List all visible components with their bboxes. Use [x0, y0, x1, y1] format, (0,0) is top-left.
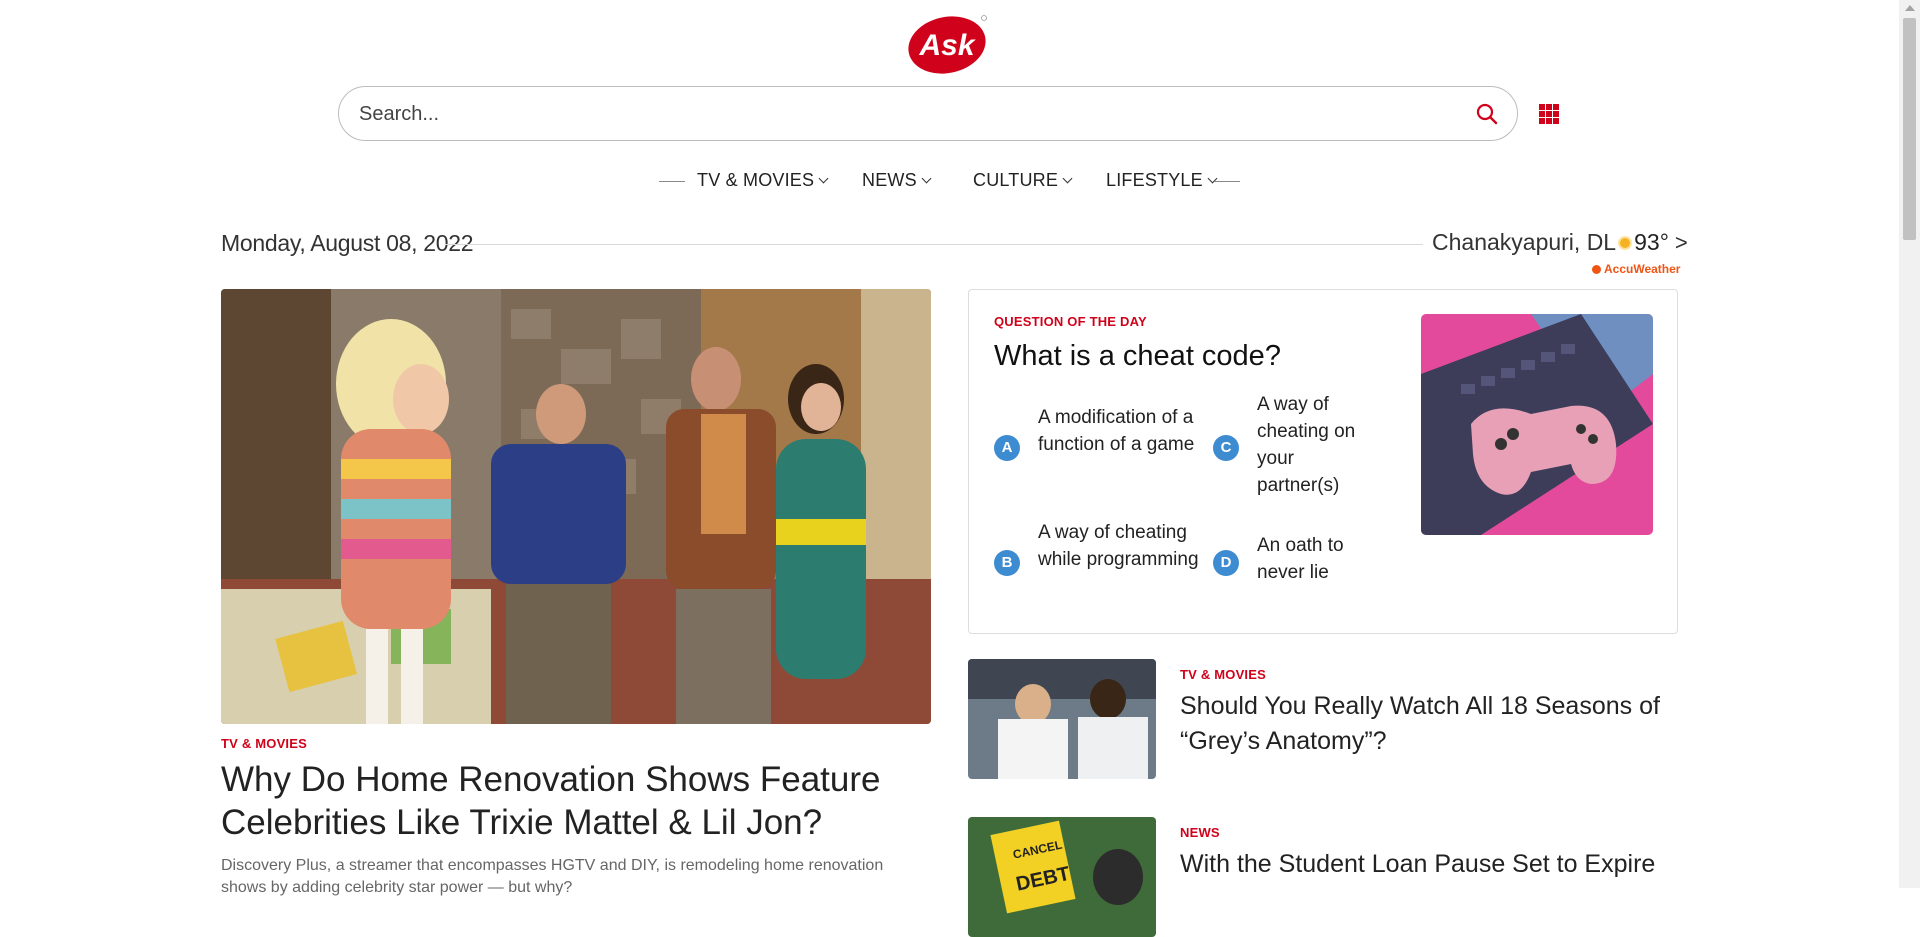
article-category[interactable]: TV & MOVIES — [1180, 667, 1266, 682]
answer-badge: D — [1213, 550, 1239, 576]
scrollbar[interactable] — [1899, 0, 1920, 888]
weather-temp: 93° — [1634, 229, 1669, 255]
answer-a[interactable]: A A modification of a function of a game — [994, 404, 1194, 494]
nav-divider — [659, 181, 685, 182]
chevron-down-icon — [818, 173, 829, 184]
accuweather-logo[interactable]: AccuWeather — [1592, 262, 1680, 276]
search-input[interactable] — [357, 87, 1441, 142]
article-card[interactable]: CANCEL DEBT NEWS With the Student Loan P… — [968, 817, 1678, 937]
current-date: Monday, August 08, 2022 — [221, 230, 474, 256]
chevron-down-icon — [921, 173, 932, 184]
nav-item-news[interactable]: NEWS — [862, 170, 932, 191]
answer-badge: B — [994, 550, 1020, 576]
accuweather-icon — [1592, 265, 1601, 274]
answer-text: A way of cheating while programming — [1038, 522, 1199, 570]
article-thumbnail: CANCEL DEBT — [968, 817, 1156, 937]
qotd-label: QUESTION OF THE DAY — [994, 314, 1147, 329]
hero-title[interactable]: Why Do Home Renovation Shows Feature Cel… — [221, 758, 921, 844]
answer-text: A way of cheating on your partner(s) — [1257, 394, 1356, 496]
qotd-question: What is a cheat code? — [994, 340, 1281, 372]
chevron-down-icon — [1062, 173, 1073, 184]
scroll-up-arrow-icon[interactable] — [1905, 5, 1915, 11]
article-title[interactable]: With the Student Loan Pause Set to Expir… — [1180, 847, 1670, 882]
sun-icon — [1620, 238, 1631, 248]
nav-item-tv-movies[interactable]: TV & MOVIES — [697, 170, 829, 191]
logo-text: Ask — [918, 29, 975, 62]
hero-description: Discovery Plus, a streamer that encompas… — [221, 857, 884, 896]
weather-widget[interactable]: Chanakyapuri, DL 93° > — [1432, 229, 1688, 256]
article-title[interactable]: Should You Really Watch All 18 Seasons o… — [1180, 689, 1670, 759]
answer-c[interactable]: C A way of cheating on your partner(s) — [1213, 391, 1393, 501]
article-card[interactable]: TV & MOVIES Should You Really Watch All … — [968, 659, 1678, 779]
apps-grid-icon[interactable] — [1539, 104, 1559, 124]
article-thumbnail — [968, 659, 1156, 779]
search-icon[interactable] — [1475, 102, 1499, 126]
answer-badge: A — [994, 435, 1020, 461]
answer-d[interactable]: D An oath to never lie — [1213, 532, 1393, 592]
chevron-right-icon: > — [1674, 230, 1688, 255]
date-divider — [445, 244, 1423, 245]
answer-text: An oath to never lie — [1257, 535, 1344, 583]
nav-item-lifestyle[interactable]: LIFESTYLE — [1106, 170, 1218, 191]
weather-location: Chanakyapuri, DL — [1432, 229, 1617, 255]
nav-item-culture[interactable]: CULTURE — [973, 170, 1073, 191]
ask-logo[interactable]: Ask — [907, 12, 989, 74]
answer-badge: C — [1213, 435, 1239, 461]
question-of-the-day-card: QUESTION OF THE DAY What is a cheat code… — [968, 289, 1678, 634]
main-nav: TV & MOVIES NEWS CULTURE LIFESTYLE — [0, 170, 1920, 194]
nav-divider — [1214, 181, 1240, 182]
answer-text: A modification of a function of a game — [1038, 407, 1195, 455]
scrollbar-thumb[interactable] — [1903, 18, 1916, 240]
hero-category[interactable]: TV & MOVIES — [221, 736, 307, 751]
search-bar — [338, 86, 1518, 142]
qotd-image — [1421, 314, 1653, 535]
hero-image[interactable] — [221, 289, 931, 724]
article-category[interactable]: NEWS — [1180, 825, 1220, 840]
answer-b[interactable]: B A way of cheating while programming — [994, 519, 1199, 609]
